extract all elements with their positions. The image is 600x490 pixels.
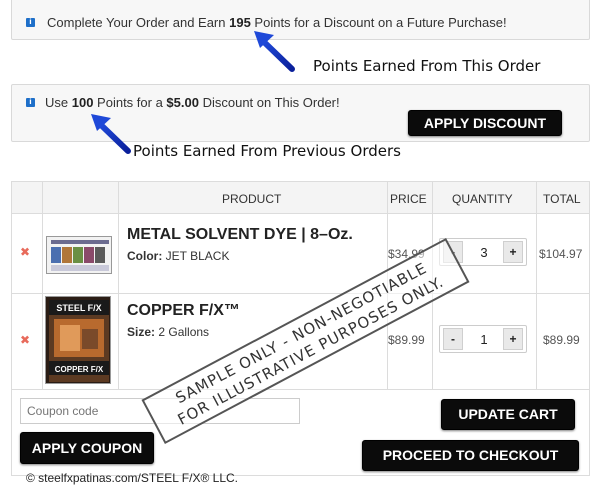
quantity-stepper: - 1 + [439, 325, 527, 353]
apply-discount-button[interactable]: APPLY DISCOUNT [408, 110, 562, 136]
item-price: $89.99 [388, 333, 425, 347]
quantity-increase-button[interactable]: + [503, 328, 523, 350]
header-total: TOTAL [543, 192, 581, 206]
remove-item-icon[interactable]: ✖ [20, 245, 30, 259]
apply-coupon-button[interactable]: APPLY COUPON [20, 432, 154, 464]
cart-header-row: PRODUCT PRICE QUANTITY TOTAL [12, 182, 589, 214]
cart-page: i Complete Your Order and Earn 195 Point… [0, 0, 600, 490]
product-attribute: Size: 2 Gallons [127, 325, 210, 339]
quantity-input[interactable]: 3 [466, 245, 502, 260]
thumb-brand-top: STEEL F/X [56, 303, 101, 313]
annotation-previous-orders: Points Earned From Previous Orders [133, 142, 401, 160]
remove-item-icon[interactable]: ✖ [20, 333, 30, 347]
item-total: $104.97 [539, 247, 583, 261]
update-cart-button[interactable]: UPDATE CART [441, 399, 575, 430]
header-price: PRICE [390, 192, 427, 206]
product-thumbnail [46, 236, 112, 274]
header-product: PRODUCT [222, 192, 282, 206]
use-points-text: Use 100 Points for a $5.00 Discount on T… [45, 95, 340, 110]
product-name[interactable]: METAL SOLVENT DYE | 8–Oz. [127, 226, 353, 244]
product-attribute: Color: JET BLACK [127, 249, 230, 263]
quantity-decrease-button[interactable]: - [443, 328, 463, 350]
product-thumbnail: STEEL F/X COPPER F/X [45, 296, 111, 384]
annotation-this-order: Points Earned From This Order [313, 57, 541, 75]
thumb-brand-bottom: COPPER F/X [55, 365, 104, 374]
earn-points-notice: i Complete Your Order and Earn 195 Point… [11, 0, 590, 40]
quantity-increase-button[interactable]: + [503, 241, 523, 263]
info-icon: i [26, 18, 35, 27]
item-total: $89.99 [543, 333, 580, 347]
earn-points-value: 195 [229, 15, 251, 30]
quantity-input[interactable]: 1 [466, 332, 502, 347]
proceed-to-checkout-button[interactable]: PROCEED TO CHECKOUT [362, 440, 579, 471]
discount-amount: $5.00 [166, 95, 199, 110]
copyright-text: © steelfxpatinas.com/STEEL F/X® LLC. [26, 471, 238, 485]
header-quantity: QUANTITY [452, 192, 513, 206]
annotation-arrow-icon [254, 31, 295, 72]
info-icon: i [26, 98, 35, 107]
use-points-value: 100 [71, 95, 94, 110]
product-name[interactable]: COPPER F/X™ [127, 302, 240, 320]
annotation-arrow-icon [91, 114, 131, 154]
